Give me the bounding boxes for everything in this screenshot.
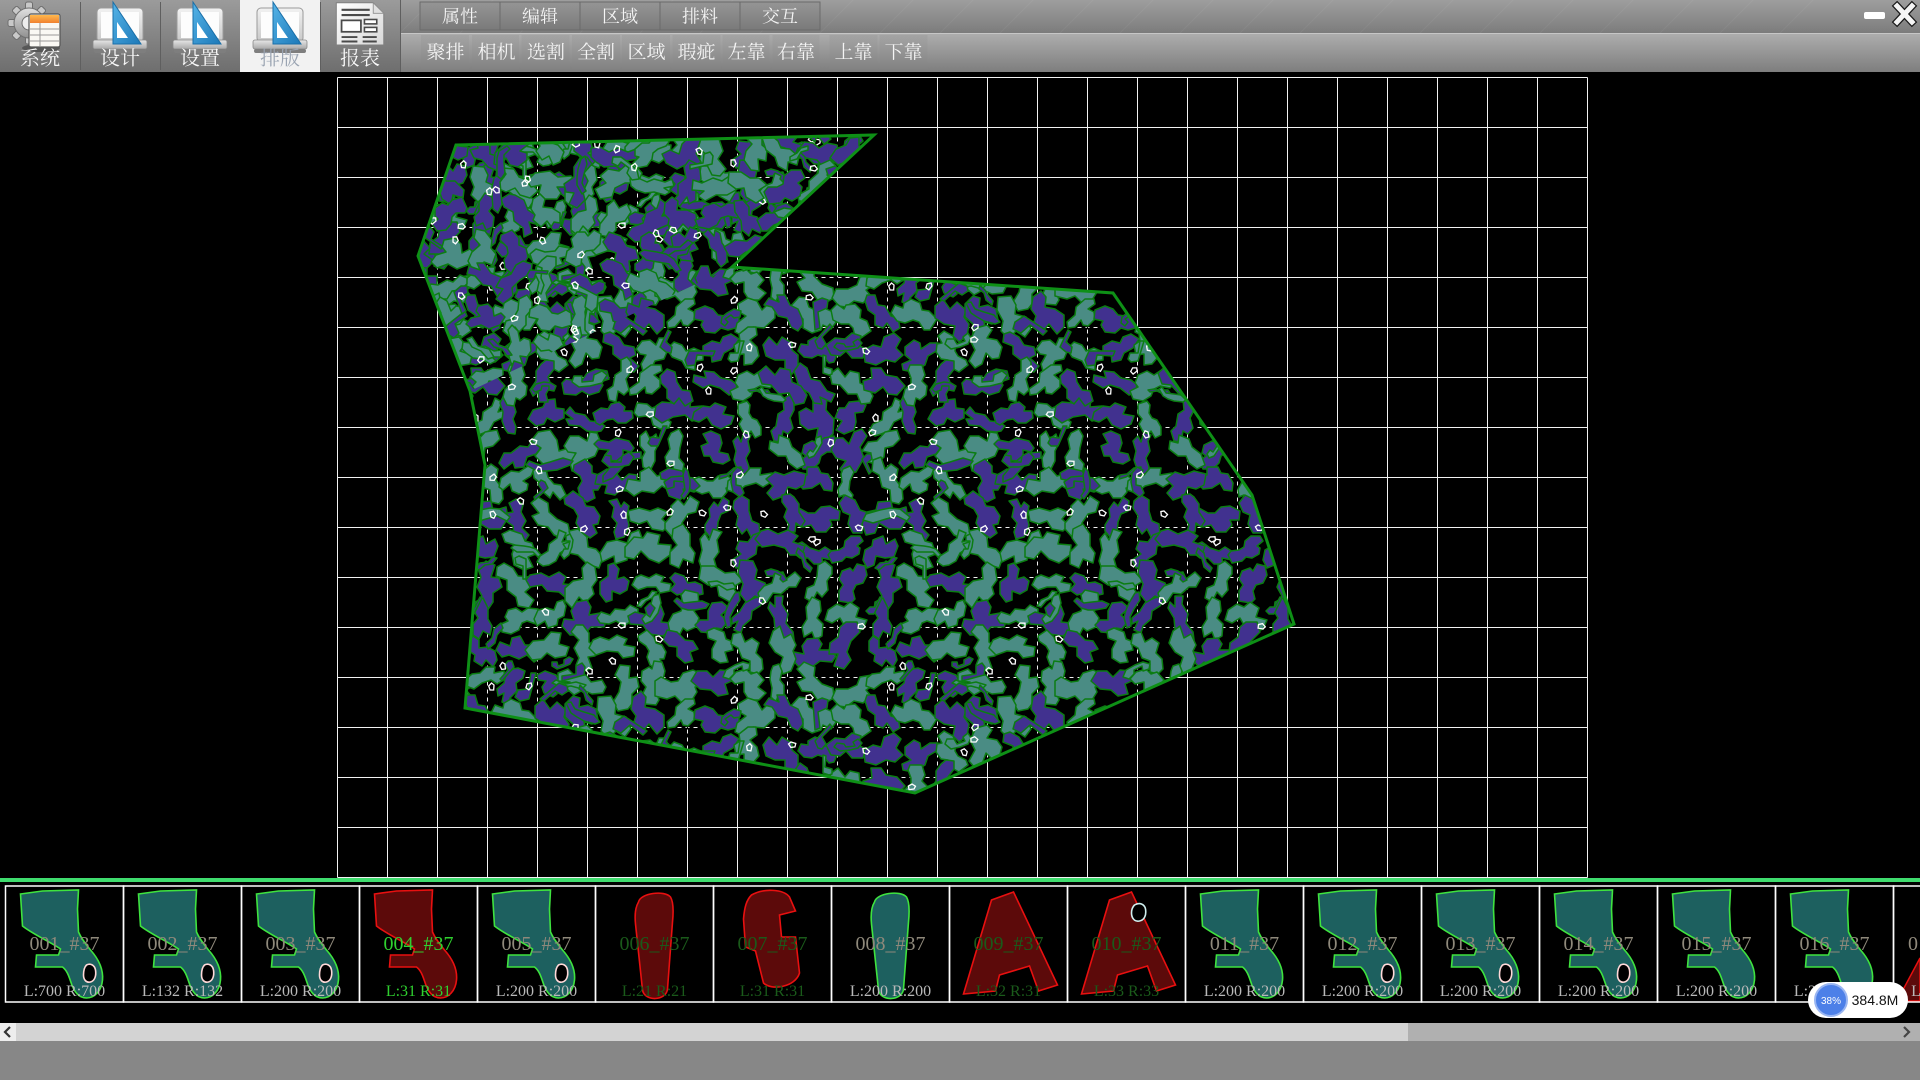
svg-text:L:21 R:21: L:21 R:21 — [622, 983, 687, 1000]
svg-text:0: 0 — [1908, 933, 1918, 955]
svg-text:001_#37: 001_#37 — [30, 933, 100, 955]
svg-text:009_#37: 009_#37 — [974, 933, 1044, 955]
svg-text:007_#37: 007_#37 — [738, 933, 808, 955]
svg-text:L:200 R:200: L:200 R:200 — [260, 983, 341, 1000]
svg-text:L:31 R:31: L:31 R:31 — [386, 983, 451, 1000]
svg-text:38%: 38% — [1821, 996, 1841, 1007]
svg-text:014_#37: 014_#37 — [1564, 933, 1634, 955]
svg-text:002_#37: 002_#37 — [148, 933, 218, 955]
svg-text:015_#37: 015_#37 — [1682, 933, 1752, 955]
svg-text:L:200 R:200: L:200 R:200 — [1440, 983, 1521, 1000]
svg-text:384.8M: 384.8M — [1852, 992, 1899, 1008]
svg-text:L: L — [1911, 983, 1920, 1000]
svg-text:004_#37: 004_#37 — [384, 933, 454, 955]
svg-text:L:132 R:132: L:132 R:132 — [142, 983, 223, 1000]
svg-text:008_#37: 008_#37 — [856, 933, 926, 955]
svg-text:L:33 R:33: L:33 R:33 — [1094, 983, 1159, 1000]
svg-text:L:31 R:31: L:31 R:31 — [740, 983, 805, 1000]
svg-text:L:200 R:200: L:200 R:200 — [1558, 983, 1639, 1000]
svg-text:006_#37: 006_#37 — [620, 933, 690, 955]
svg-text:L:200 R:200: L:200 R:200 — [1204, 983, 1285, 1000]
svg-text:L:200 R:200: L:200 R:200 — [850, 983, 931, 1000]
svg-text:L:200 R:200: L:200 R:200 — [1322, 983, 1403, 1000]
svg-text:005_#37: 005_#37 — [502, 933, 572, 955]
svg-text:012_#37: 012_#37 — [1328, 933, 1398, 955]
svg-text:L:200 R:200: L:200 R:200 — [496, 983, 577, 1000]
svg-text:013_#37: 013_#37 — [1446, 933, 1516, 955]
svg-text:L:200 R:200: L:200 R:200 — [1676, 983, 1757, 1000]
svg-text:016_#37: 016_#37 — [1800, 933, 1870, 955]
svg-text:010_#37: 010_#37 — [1092, 933, 1162, 955]
svg-text:003_#37: 003_#37 — [266, 933, 336, 955]
svg-text:L:32 R:31: L:32 R:31 — [976, 983, 1041, 1000]
svg-text:011_#37: 011_#37 — [1210, 933, 1279, 955]
svg-text:L:700 R:700: L:700 R:700 — [24, 983, 105, 1000]
